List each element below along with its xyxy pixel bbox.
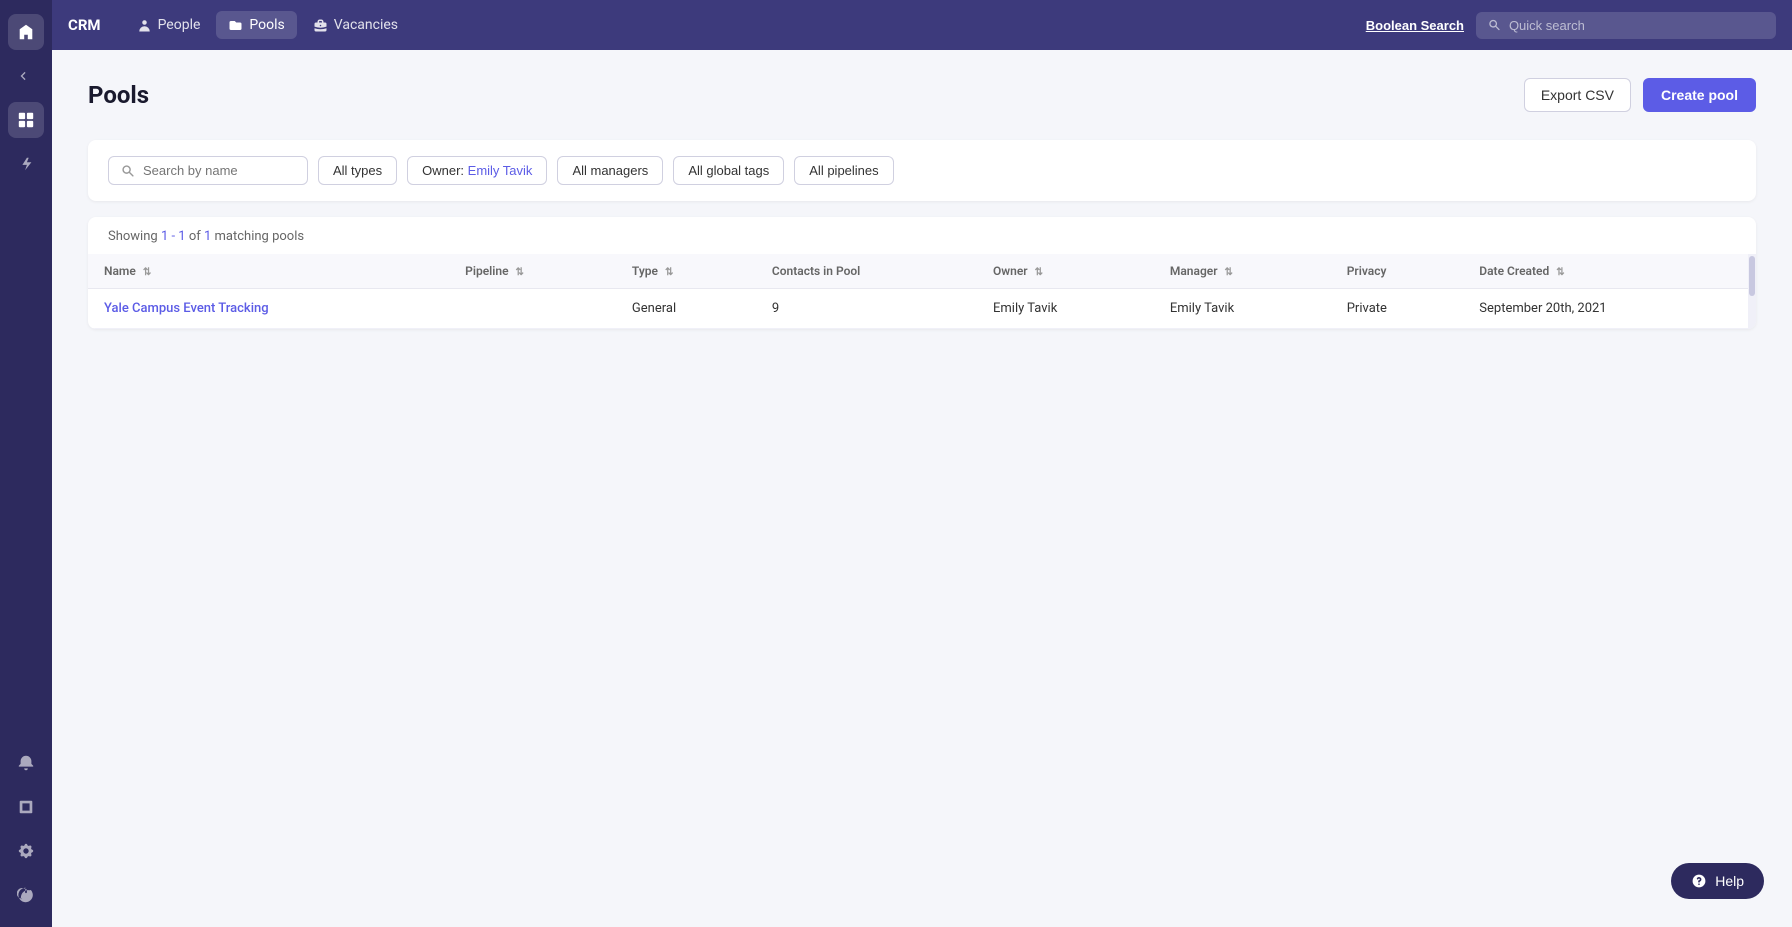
cell-date-created: September 20th, 2021 xyxy=(1463,289,1756,329)
all-types-filter[interactable]: All types xyxy=(318,156,397,185)
sort-type-icon: ⇅ xyxy=(665,267,673,278)
results-info: Showing 1 - 1 of 1 matching pools xyxy=(88,217,1756,254)
cell-contacts: 9 xyxy=(756,289,977,329)
topnav-items: People Pools Vacancies xyxy=(125,11,1366,39)
search-filter-icon xyxy=(121,164,135,178)
cell-pipeline xyxy=(449,289,616,329)
col-name[interactable]: Name ⇅ xyxy=(88,254,449,289)
topnav-item-pools[interactable]: Pools xyxy=(216,11,296,39)
all-global-tags-filter[interactable]: All global tags xyxy=(673,156,784,185)
cell-privacy: Private xyxy=(1331,289,1464,329)
sidebar-logo[interactable] xyxy=(8,14,44,50)
sidebar-item-bell[interactable] xyxy=(8,745,44,781)
sidebar-item-book[interactable] xyxy=(8,789,44,825)
filter-bar: All types Owner: Emily Tavik All manager… xyxy=(88,140,1756,201)
sidebar-item-lightning[interactable] xyxy=(8,146,44,182)
table-header-row: Name ⇅ Pipeline ⇅ Type ⇅ Contacts in Poo… xyxy=(88,254,1756,289)
owner-filter-value: Emily Tavik xyxy=(468,163,533,178)
col-manager[interactable]: Manager ⇅ xyxy=(1154,254,1331,289)
help-label: Help xyxy=(1715,873,1744,889)
cell-name: Yale Campus Event Tracking xyxy=(88,289,449,329)
all-managers-filter[interactable]: All managers xyxy=(557,156,663,185)
sort-owner-icon: ⇅ xyxy=(1035,267,1043,278)
col-date-created[interactable]: Date Created ⇅ xyxy=(1463,254,1756,289)
topnav-brand: CRM xyxy=(68,16,101,34)
table-body: Yale Campus Event Tracking General 9 Emi… xyxy=(88,289,1756,329)
sidebar-item-dashboard[interactable] xyxy=(8,102,44,138)
export-csv-button[interactable]: Export CSV xyxy=(1524,78,1631,112)
table-scroll-wrap: Name ⇅ Pipeline ⇅ Type ⇅ Contacts in Poo… xyxy=(88,254,1756,329)
pools-table: Name ⇅ Pipeline ⇅ Type ⇅ Contacts in Poo… xyxy=(88,254,1756,329)
cell-manager: Emily Tavik xyxy=(1154,289,1331,329)
sidebar-item-settings[interactable] xyxy=(8,833,44,869)
sort-manager-icon: ⇅ xyxy=(1225,267,1233,278)
sort-name-icon: ⇅ xyxy=(143,267,151,278)
quick-search-container xyxy=(1476,12,1776,39)
pool-name-link[interactable]: Yale Campus Event Tracking xyxy=(104,301,269,316)
help-icon xyxy=(1691,873,1707,889)
topnav-pools-label: Pools xyxy=(249,17,284,33)
all-pipelines-filter[interactable]: All pipelines xyxy=(794,156,893,185)
search-input-wrap xyxy=(108,156,308,185)
col-pipeline[interactable]: Pipeline ⇅ xyxy=(449,254,616,289)
page-header: Pools Export CSV Create pool xyxy=(88,78,1756,112)
col-owner[interactable]: Owner ⇅ xyxy=(977,254,1154,289)
main-content: Pools Export CSV Create pool All types O… xyxy=(52,50,1792,927)
page-title: Pools xyxy=(88,81,149,109)
quick-search-input[interactable] xyxy=(1509,18,1764,33)
create-pool-button[interactable]: Create pool xyxy=(1643,78,1756,112)
boolean-search-button[interactable]: Boolean Search xyxy=(1366,18,1464,33)
cell-owner: Emily Tavik xyxy=(977,289,1154,329)
topnav-item-vacancies[interactable]: Vacancies xyxy=(301,11,410,39)
sidebar-item-power[interactable] xyxy=(8,877,44,913)
topnav-right: Boolean Search xyxy=(1366,12,1776,39)
results-count: 1 xyxy=(204,229,211,244)
topnav-people-label: People xyxy=(158,17,201,33)
table-container: Showing 1 - 1 of 1 matching pools Name ⇅… xyxy=(88,217,1756,329)
sidebar xyxy=(0,0,52,927)
topnav-vacancies-label: Vacancies xyxy=(334,17,398,33)
sidebar-item-back[interactable] xyxy=(8,58,44,94)
owner-filter-label: Owner: Emily Tavik xyxy=(422,163,532,178)
topnav-item-people[interactable]: People xyxy=(125,11,213,39)
help-button[interactable]: Help xyxy=(1671,863,1764,899)
col-contacts[interactable]: Contacts in Pool xyxy=(756,254,977,289)
table-row: Yale Campus Event Tracking General 9 Emi… xyxy=(88,289,1756,329)
scroll-track xyxy=(1748,254,1756,329)
header-actions: Export CSV Create pool xyxy=(1524,78,1756,112)
sort-pipeline-icon: ⇅ xyxy=(516,267,524,278)
cell-type: General xyxy=(616,289,756,329)
col-type[interactable]: Type ⇅ xyxy=(616,254,756,289)
scroll-thumb[interactable] xyxy=(1749,256,1755,296)
results-range: 1 - 1 xyxy=(161,229,186,244)
search-icon xyxy=(1488,18,1501,32)
main-area: CRM People Pools Vacancies Boolean Searc… xyxy=(52,0,1792,927)
sort-date-icon: ⇅ xyxy=(1556,267,1564,278)
name-search-input[interactable] xyxy=(143,163,283,178)
col-privacy[interactable]: Privacy xyxy=(1331,254,1464,289)
topnav: CRM People Pools Vacancies Boolean Searc… xyxy=(52,0,1792,50)
owner-filter[interactable]: Owner: Emily Tavik xyxy=(407,156,547,185)
